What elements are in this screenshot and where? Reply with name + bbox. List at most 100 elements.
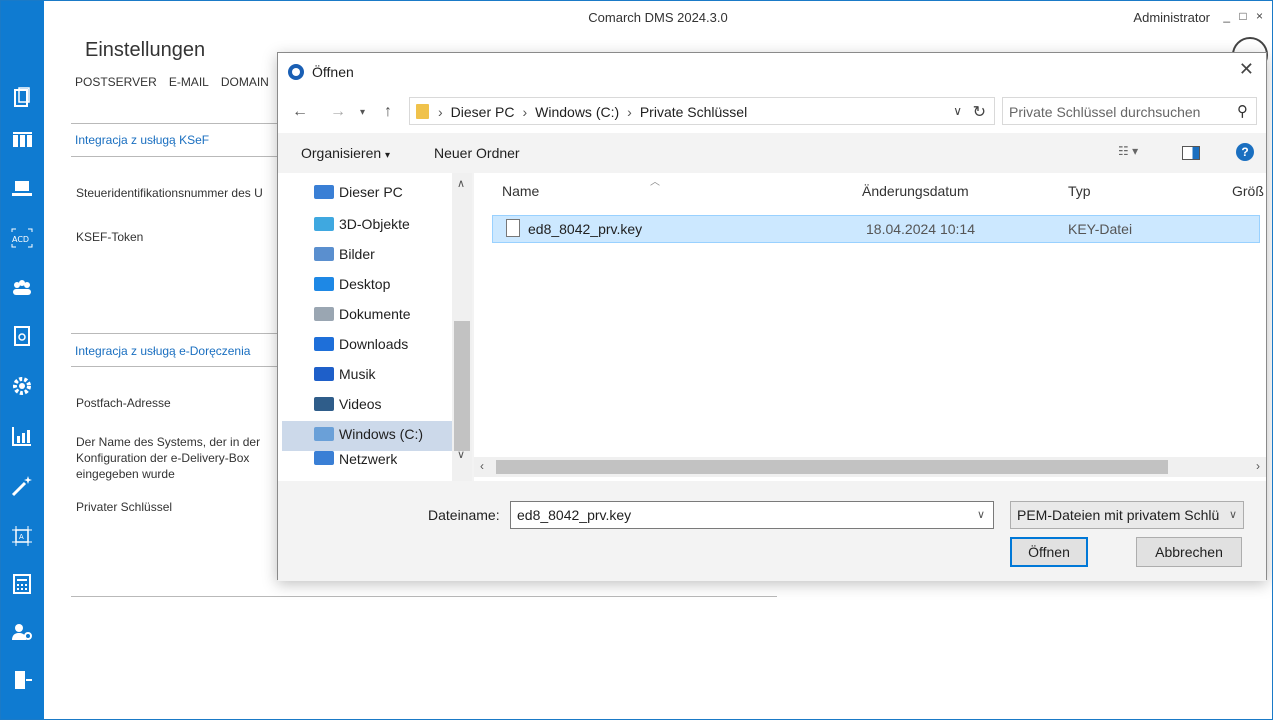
ksef-section-title: Integracja z usługą KSeF (75, 133, 210, 147)
preview-pane-icon[interactable] (1182, 146, 1200, 160)
current-user[interactable]: Administrator (1133, 10, 1210, 25)
divider (71, 156, 277, 157)
crumb-drive-c[interactable]: Windows (C:) (535, 104, 619, 120)
file-list-hscrollbar[interactable]: ‹ › (474, 457, 1266, 477)
svg-text:A: A (19, 534, 24, 541)
app-logo-icon (288, 64, 304, 80)
edelivery-section-title: Integracja z usługą e-Doręczenia (75, 344, 251, 358)
crumb-private-keys[interactable]: Private Schlüssel (640, 104, 747, 120)
tree-item-label: Dokumente (339, 306, 411, 322)
back-arrow-icon[interactable]: ← (292, 103, 308, 121)
path-box[interactable]: › Dieser PC › Windows (C:) › Private Sch… (409, 97, 995, 125)
tree-item[interactable]: Downloads (314, 329, 408, 359)
organize-button[interactable]: Organisieren ▾ (301, 145, 390, 161)
address-bar: ← → ▾ ↑ › Dieser PC › Windows (C:) › Pri… (278, 91, 1266, 133)
tree-item[interactable]: Netzwerk (314, 451, 397, 465)
view-options-icon[interactable]: ☷ ▾ (1118, 144, 1138, 158)
tree-item[interactable]: Windows (C:) (314, 419, 423, 449)
tree-item-label: Videos (339, 396, 382, 412)
file-type: KEY-Datei (1068, 221, 1133, 237)
mailbox-address-label: Postfach-Adresse (76, 396, 171, 410)
menu-email[interactable]: E-MAIL (169, 75, 209, 89)
divider (71, 596, 777, 597)
search-input[interactable]: Private Schlüssel durchsuchen ⚲ (1002, 97, 1257, 125)
crumb-this-pc[interactable]: Dieser PC (451, 104, 515, 120)
app-window: ACD A Comarch DMS 2024.3.0 Administrator… (0, 0, 1273, 720)
close-icon[interactable]: ✕ (1239, 59, 1254, 80)
tree-item[interactable]: Desktop (314, 269, 390, 299)
tree-item[interactable]: Videos (314, 389, 382, 419)
videos-icon (314, 397, 334, 411)
chevron-down-icon[interactable]: ∨ (977, 508, 985, 521)
chevron-right-icon: › (627, 104, 632, 120)
laptop-nav-icon[interactable] (7, 173, 37, 203)
file-list: ︿ Name Änderungsdatum Typ Größ ed8_8042_… (474, 173, 1266, 481)
analytics-icon[interactable] (7, 421, 37, 451)
tree-item[interactable]: Dokumente (314, 299, 411, 329)
new-folder-button[interactable]: Neuer Ordner (434, 145, 520, 161)
documents-icon (314, 307, 334, 321)
svg-text:ACD: ACD (12, 235, 29, 244)
tree-item-label: Bilder (339, 246, 375, 262)
command-bar: Organisieren ▾ Neuer Ordner ☷ ▾ ? (278, 133, 1266, 173)
menu-postserver[interactable]: POSTSERVER (75, 75, 157, 89)
downloads-icon (314, 337, 334, 351)
tax-id-label: Steueridentifikationsnummer des U (76, 186, 263, 200)
gear-icon[interactable] (7, 371, 37, 401)
file-icon (506, 219, 520, 237)
user-settings-icon[interactable] (7, 617, 37, 647)
cancel-button[interactable]: Abbrechen (1136, 537, 1242, 567)
recent-locations-chevron-icon[interactable]: ▾ (360, 107, 365, 118)
pictures-icon (314, 247, 334, 261)
file-name[interactable]: ed8_8042_prv.key (528, 221, 642, 237)
computer-icon (314, 185, 334, 199)
dialog-footer: Dateiname: ed8_8042_prv.key ∨ PEM-Dateie… (278, 481, 1266, 581)
ocr-acd-icon[interactable]: ACD (7, 223, 37, 253)
file-date: 18.04.2024 10:14 (866, 221, 975, 237)
scroll-thumb[interactable] (496, 460, 1168, 474)
documents-nav-icon[interactable] (7, 83, 37, 113)
logout-icon[interactable] (7, 665, 37, 695)
filename-value: ed8_8042_prv.key (517, 507, 632, 523)
users-nav-icon[interactable] (7, 273, 37, 303)
chevron-right-icon: › (522, 104, 528, 120)
tree-item-label: Windows (C:) (339, 426, 424, 442)
open-button[interactable]: Öffnen (1010, 537, 1088, 567)
search-icon[interactable]: ⚲ (1237, 102, 1248, 120)
forward-arrow-icon[interactable]: → (330, 103, 346, 121)
tree-item-label: Dieser PC (339, 184, 403, 200)
tree-item[interactable]: 3D-Objekte (314, 209, 410, 239)
chevron-down-icon: ∨ (1226, 508, 1237, 521)
tree-item-label: Musik (339, 366, 376, 382)
sync-document-icon[interactable] (7, 321, 37, 351)
refresh-icon[interactable]: ↻ (973, 102, 986, 122)
calculator-icon[interactable] (7, 569, 37, 599)
magic-wand-icon[interactable] (7, 471, 37, 501)
tree-item-label: 3D-Objekte (339, 216, 410, 232)
tree-item[interactable]: Dieser PC (314, 177, 403, 207)
private-key-label: Privater Schlüssel (76, 500, 173, 514)
column-name[interactable]: Name (502, 183, 539, 199)
column-type[interactable]: Typ (1068, 183, 1091, 199)
up-arrow-icon[interactable]: ↑ (384, 103, 392, 121)
tree-item[interactable]: Musik (314, 359, 376, 389)
menu-domain[interactable]: DOMAIN (221, 75, 269, 89)
tree-item[interactable]: Bilder (314, 239, 375, 269)
workflow-nav-icon[interactable] (7, 125, 37, 155)
tree-item-label: Downloads (339, 336, 409, 352)
window-controls[interactable]: _ □ × (1223, 9, 1266, 23)
chevron-down-icon[interactable]: ∨ (953, 104, 962, 118)
settings-menu: POSTSERVER E-MAIL DOMAIN (75, 75, 269, 89)
column-date[interactable]: Änderungsdatum (862, 183, 969, 199)
column-size[interactable]: Größ (1232, 183, 1264, 199)
navigation-tree: Dieser PC 3D-Objekte Bilder Desktop Dokument… (278, 173, 472, 481)
scroll-thumb[interactable] (454, 321, 470, 451)
tree-scrollbar[interactable]: ∧ ∨ (452, 173, 472, 481)
help-icon[interactable]: ? (1236, 143, 1254, 161)
filename-input[interactable]: ed8_8042_prv.key ∨ (510, 501, 994, 529)
music-icon (314, 367, 334, 381)
filetype-select[interactable]: PEM-Dateien mit privatem Schlü ∨ (1010, 501, 1244, 529)
network-icon (314, 451, 334, 465)
template-icon[interactable]: A (7, 521, 37, 551)
page-title: Einstellungen (85, 39, 206, 61)
